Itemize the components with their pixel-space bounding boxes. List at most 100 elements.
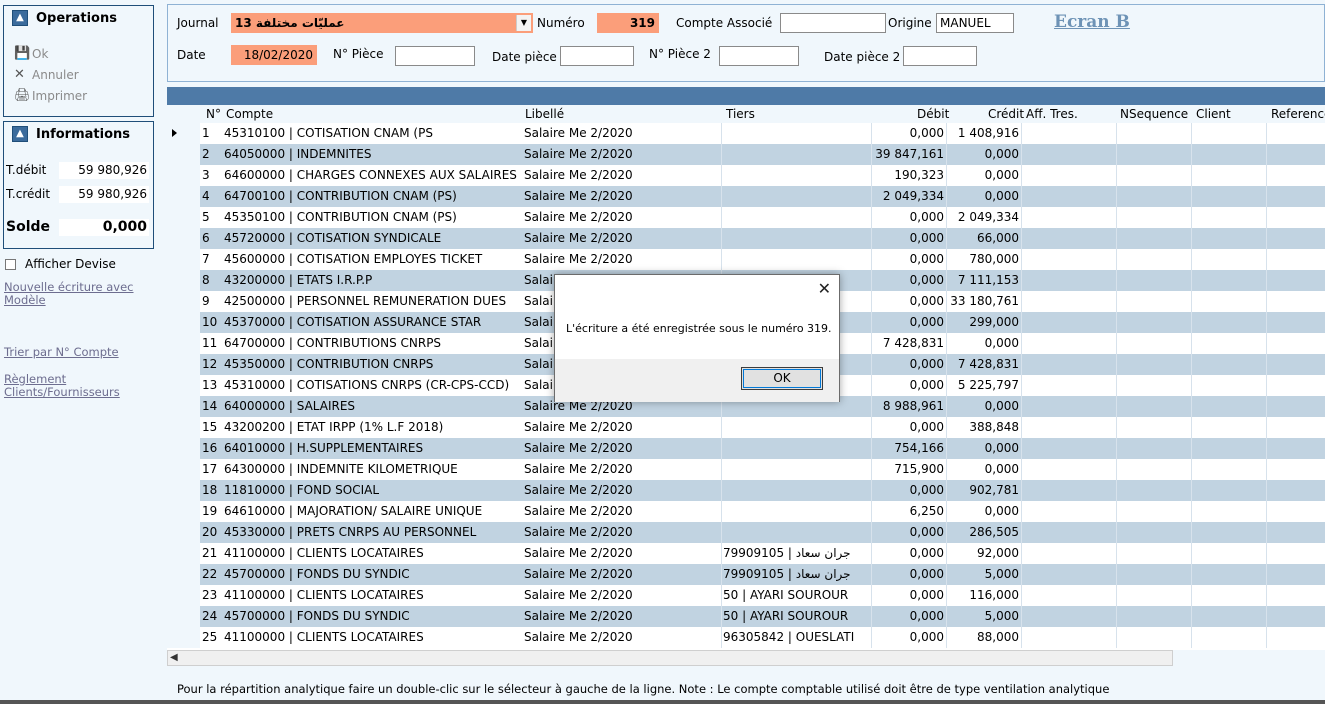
cell-debit[interactable]: 0,000 <box>872 480 944 501</box>
numero-field[interactable]: 319 <box>597 13 659 33</box>
imprimer-button[interactable]: 🖨 Imprimer <box>4 85 153 106</box>
row-selector[interactable] <box>167 417 200 438</box>
piece-field[interactable] <box>395 46 475 66</box>
cell-compte[interactable]: 42500000 | PERSONNEL REMUNERATION DUES <box>224 291 522 312</box>
chevron-down-icon[interactable]: ▼ <box>516 15 531 31</box>
cell-n[interactable]: 14 <box>202 396 222 417</box>
cell-libelle[interactable]: Salaire Me 2/2020 <box>524 228 719 249</box>
cell-libelle[interactable]: Salaire Me 2/2020 <box>524 165 719 186</box>
col-header-credit[interactable]: Crédit <box>988 107 1024 121</box>
cell-tiers[interactable]: 79909105 | جران سعاد <box>723 564 869 585</box>
cell-credit[interactable]: 7 428,831 <box>947 354 1019 375</box>
cell-compte[interactable]: 41100000 | CLIENTS LOCATAIRES <box>224 627 522 648</box>
table-row[interactable]: 23 41100000 | CLIENTS LOCATAIRES Salaire M… <box>167 585 1325 606</box>
cell-libelle[interactable]: Salaire Me 2/2020 <box>524 123 719 144</box>
row-selector[interactable] <box>167 228 200 249</box>
cell-libelle[interactable]: Salaire Me 2/2020 <box>524 627 719 648</box>
cell-credit[interactable]: 92,000 <box>947 543 1019 564</box>
cell-compte[interactable]: 45310100 | COTISATION CNAM (PS <box>224 123 522 144</box>
table-row[interactable]: 3 64600000 | CHARGES CONNEXES AUX SALAIRE… <box>167 165 1325 186</box>
row-selector[interactable] <box>167 459 200 480</box>
cell-compte[interactable]: 41100000 | CLIENTS LOCATAIRES <box>224 543 522 564</box>
date-piece-field[interactable] <box>560 46 634 66</box>
collapse-informations-button[interactable]: ▲ <box>12 126 28 142</box>
row-selector[interactable] <box>167 375 200 396</box>
cell-n[interactable]: 25 <box>202 627 222 648</box>
cell-n[interactable]: 18 <box>202 480 222 501</box>
cell-credit[interactable]: 116,000 <box>947 585 1019 606</box>
cell-debit[interactable]: 6,250 <box>872 501 944 522</box>
cell-debit[interactable]: 39 847,161 <box>872 144 944 165</box>
cell-credit[interactable]: 0,000 <box>947 165 1019 186</box>
cell-n[interactable]: 8 <box>202 270 222 291</box>
row-selector[interactable] <box>167 123 200 144</box>
cell-compte[interactable]: 64050000 | INDEMNITES <box>224 144 522 165</box>
row-selector[interactable] <box>167 312 200 333</box>
cell-n[interactable]: 3 <box>202 165 222 186</box>
cell-credit[interactable]: 5,000 <box>947 606 1019 627</box>
cell-n[interactable]: 22 <box>202 564 222 585</box>
cell-credit[interactable]: 0,000 <box>947 186 1019 207</box>
ecran-b-link[interactable]: Ecran B <box>1054 12 1130 32</box>
cell-tiers[interactable] <box>723 165 869 186</box>
table-row[interactable]: 18 11810000 | FOND SOCIAL Salaire Me 2/202… <box>167 480 1325 501</box>
cell-debit[interactable]: 0,000 <box>872 354 944 375</box>
row-selector[interactable] <box>167 543 200 564</box>
cell-libelle[interactable]: Salaire Me 2/2020 <box>524 501 719 522</box>
piece2-field[interactable] <box>719 46 799 66</box>
cell-credit[interactable]: 88,000 <box>947 627 1019 648</box>
cell-compte[interactable]: 64600000 | CHARGES CONNEXES AUX SALAIRES <box>224 165 522 186</box>
table-row[interactable]: 4 64700100 | CONTRIBUTION CNAM (PS) Salair… <box>167 186 1325 207</box>
table-row[interactable]: 6 45720000 | COTISATION SYNDICALE Salaire … <box>167 228 1325 249</box>
cell-n[interactable]: 12 <box>202 354 222 375</box>
cell-compte[interactable]: 64700100 | CONTRIBUTION CNAM (PS) <box>224 186 522 207</box>
cell-debit[interactable]: 0,000 <box>872 312 944 333</box>
cell-debit[interactable]: 0,000 <box>872 270 944 291</box>
cell-credit[interactable]: 1 408,916 <box>947 123 1019 144</box>
row-selector[interactable] <box>167 354 200 375</box>
table-row[interactable]: 1 45310100 | COTISATION CNAM (PS Salaire M… <box>167 123 1325 144</box>
cell-compte[interactable]: 45370000 | COTISATION ASSURANCE STAR <box>224 312 522 333</box>
col-header-reference[interactable]: Reference <box>1271 107 1325 121</box>
cell-libelle[interactable]: Salaire Me 2/2020 <box>524 585 719 606</box>
row-selector[interactable] <box>167 585 200 606</box>
cell-debit[interactable]: 190,323 <box>872 165 944 186</box>
cell-debit[interactable]: 0,000 <box>872 228 944 249</box>
cell-debit[interactable]: 0,000 <box>872 522 944 543</box>
afficher-devise-checkbox[interactable]: Afficher Devise <box>5 257 116 271</box>
cell-n[interactable]: 23 <box>202 585 222 606</box>
table-row[interactable]: 16 64010000 | H.SUPPLEMENTAIRES Salaire Me… <box>167 438 1325 459</box>
cell-credit[interactable]: 66,000 <box>947 228 1019 249</box>
row-selector[interactable] <box>167 186 200 207</box>
cell-n[interactable]: 4 <box>202 186 222 207</box>
cell-n[interactable]: 11 <box>202 333 222 354</box>
cell-compte[interactable]: 41100000 | CLIENTS LOCATAIRES <box>224 585 522 606</box>
cell-credit[interactable]: 286,505 <box>947 522 1019 543</box>
nouvelle-ecriture-link[interactable]: Nouvelle écriture avec Modèle <box>4 281 134 307</box>
cell-debit[interactable]: 0,000 <box>872 123 944 144</box>
cell-tiers[interactable] <box>723 186 869 207</box>
cell-libelle[interactable]: Salaire Me 2/2020 <box>524 186 719 207</box>
cell-n[interactable]: 13 <box>202 375 222 396</box>
origine-field[interactable]: MANUEL <box>936 13 1014 33</box>
table-row[interactable]: 17 64300000 | INDEMNITE KILOMETRIQUE Salai… <box>167 459 1325 480</box>
cell-debit[interactable]: 7 428,831 <box>872 333 944 354</box>
cell-tiers[interactable] <box>723 123 869 144</box>
cell-credit[interactable]: 388,848 <box>947 417 1019 438</box>
cell-compte[interactable]: 45700000 | FONDS DU SYNDIC <box>224 564 522 585</box>
row-selector[interactable] <box>167 501 200 522</box>
cell-libelle[interactable]: Salaire Me 2/2020 <box>524 522 719 543</box>
col-header-nsequence[interactable]: NSequence <box>1120 107 1188 121</box>
cell-n[interactable]: 2 <box>202 144 222 165</box>
cell-compte[interactable]: 45310000 | COTISATIONS CNRPS (CR-CPS-CCD… <box>224 375 522 396</box>
cell-tiers[interactable] <box>723 417 869 438</box>
cell-debit[interactable]: 715,900 <box>872 459 944 480</box>
cell-libelle[interactable]: Salaire Me 2/2020 <box>524 606 719 627</box>
journal-select[interactable]: 13 عمليّات مختلفة ▼ <box>231 13 533 33</box>
table-row[interactable]: 25 41100000 | CLIENTS LOCATAIRES Salaire M… <box>167 627 1325 648</box>
cell-credit[interactable]: 0,000 <box>947 501 1019 522</box>
cell-debit[interactable]: 0,000 <box>872 207 944 228</box>
cell-libelle[interactable]: Salaire Me 2/2020 <box>524 207 719 228</box>
trier-par-compte-link[interactable]: Trier par N° Compte <box>4 346 119 359</box>
row-selector[interactable] <box>167 564 200 585</box>
